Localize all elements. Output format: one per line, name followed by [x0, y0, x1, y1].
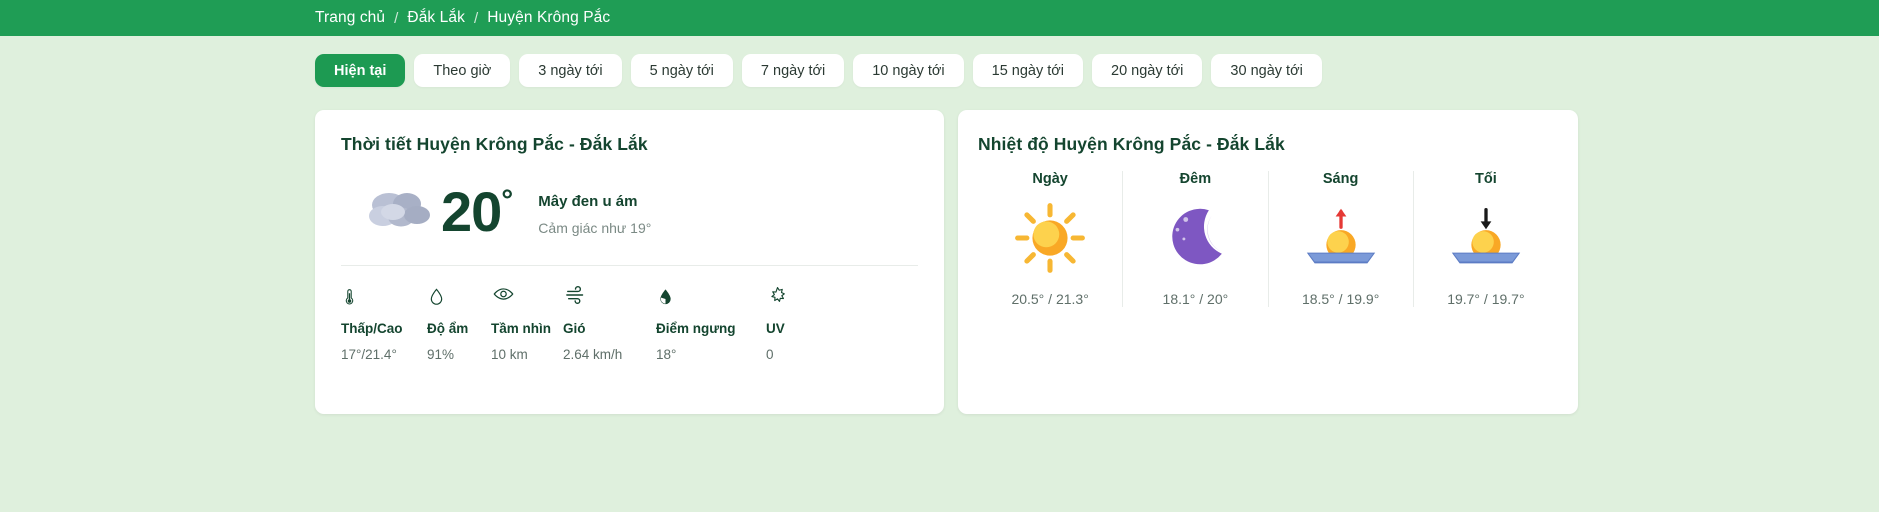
dew-point-drop-icon: [656, 286, 673, 308]
daypart-value: 18.1° / 20°: [1162, 291, 1229, 307]
uv-sun-icon: [766, 286, 787, 308]
breadcrumb-separator: /: [394, 9, 399, 27]
eye-visibility-icon: [491, 286, 514, 308]
metric-label: Thấp/Cao: [341, 321, 403, 336]
forecast-tabs-container: Hiện tại Theo giờ 3 ngày tới 5 ngày tới …: [0, 36, 1879, 87]
tab-hien-tai[interactable]: Hiện tại: [315, 54, 406, 87]
daypart-dem: Đêm 18.1° / 20°: [1123, 171, 1269, 307]
current-temperature-value: 20: [441, 180, 502, 243]
daypart-value: 19.7° / 19.7°: [1447, 291, 1525, 307]
daypart-label: Ngày: [1032, 171, 1068, 187]
metric-label: Tầm nhìn: [491, 321, 551, 336]
metric-low-high: Thấp/Cao 17°/21.4°: [341, 286, 427, 362]
condition-name: Mây đen u ám: [538, 192, 638, 210]
temperature-card: Nhiệt độ Huyện Krông Pắc - Đắk Lắk Ngày: [958, 110, 1578, 414]
breadcrumb-link-home[interactable]: Trang chủ: [315, 9, 385, 27]
tab-3-ngay-toi[interactable]: 3 ngày tới: [519, 54, 622, 87]
daypart-toi: Tối 19.7° / 19.7°: [1414, 171, 1558, 307]
daypart-sang: Sáng 18.5° / 19.9°: [1269, 171, 1414, 307]
current-conditions: 20 ° Mây đen u ám Cảm giác như 19°: [341, 155, 918, 251]
thermometer-icon: [341, 286, 356, 308]
wind-icon: [563, 286, 589, 308]
degree-symbol: °: [501, 184, 513, 217]
metric-label: Gió: [563, 321, 586, 336]
metric-visibility: Tầm nhìn 10 km: [491, 286, 563, 362]
daypart-label: Đêm: [1179, 171, 1212, 187]
temperature-card-title: Nhiệt độ Huyện Krông Pắc - Đắk Lắk: [978, 134, 1285, 154]
condition-text-group: Mây đen u ám Cảm giác như 19°: [538, 189, 651, 236]
metric-label: UV: [766, 321, 785, 336]
metric-wind: Gió 2.64 km/h: [563, 286, 656, 362]
humidity-drop-icon: [427, 286, 444, 308]
metric-dew-point: Điểm ngưng 18°: [656, 286, 766, 362]
moon-icon: [1156, 201, 1234, 275]
breadcrumb-separator: /: [473, 9, 479, 27]
feels-like-text: Cảm giác như 19°: [538, 219, 652, 236]
daypart-value: 20.5° / 21.3°: [1011, 291, 1089, 307]
breadcrumb-bar: Trang chủ / Đắk Lắk / Huyện Krông Pắc: [0, 0, 1879, 36]
sunrise-icon: [1299, 201, 1383, 275]
tab-10-ngay-toi[interactable]: 10 ngày tới: [853, 54, 964, 87]
forecast-tabs: Hiện tại Theo giờ 3 ngày tới 5 ngày tới …: [315, 54, 1879, 87]
tab-30-ngay-toi[interactable]: 30 ngày tới: [1211, 54, 1322, 87]
daypart-label: Sáng: [1322, 171, 1359, 187]
breadcrumb: Trang chủ / Đắk Lắk / Huyện Krông Pắc: [315, 9, 610, 27]
metric-value: 91%: [427, 347, 455, 362]
sun-icon: [1011, 201, 1089, 275]
tab-theo-gio[interactable]: Theo giờ: [414, 54, 511, 87]
tab-7-ngay-toi[interactable]: 7 ngày tới: [741, 54, 845, 87]
sunset-icon: [1444, 201, 1528, 275]
current-temperature: 20 °: [441, 180, 513, 243]
dayparts-grid: Ngày 20.5° / 21.3° Đêm 18.1° / 20° Sáng …: [978, 155, 1558, 307]
metric-humidity: Độ ẩm 91%: [427, 286, 491, 362]
dark-clouds-icon: [363, 184, 437, 240]
daypart-ngay: Ngày 20.5° / 21.3°: [978, 171, 1124, 307]
weather-metrics: Thấp/Cao 17°/21.4° Độ ẩm 91% Tầm nhìn 10…: [341, 266, 918, 362]
current-weather-card: Thời tiết Huyện Krông Pắc - Đắk Lắk 20 ° …: [315, 110, 944, 414]
daypart-value: 18.5° / 19.9°: [1301, 291, 1380, 307]
breadcrumb-link-province[interactable]: Đắk Lắk: [407, 9, 465, 27]
metric-value: 0: [766, 347, 774, 362]
metric-value: 18°: [656, 347, 677, 362]
cards-row: Thời tiết Huyện Krông Pắc - Đắk Lắk 20 ° …: [0, 87, 1879, 414]
metric-uv-index: UV 0: [766, 286, 806, 362]
current-weather-title: Thời tiết Huyện Krông Pắc - Đắk Lắk: [341, 134, 648, 154]
metric-label: Độ ẩm: [427, 321, 469, 336]
tab-15-ngay-toi[interactable]: 15 ngày tới: [972, 54, 1084, 87]
breadcrumb-current-district: Huyện Krông Pắc: [487, 9, 611, 26]
tab-20-ngay-toi[interactable]: 20 ngày tới: [1092, 54, 1203, 87]
tab-5-ngay-toi[interactable]: 5 ngày tới: [630, 54, 733, 87]
metric-label: Điểm ngưng: [656, 321, 736, 336]
daypart-label: Tối: [1475, 171, 1497, 187]
metric-value: 10 km: [491, 347, 528, 362]
metric-value: 2.64 km/h: [563, 347, 623, 362]
metric-value: 17°/21.4°: [341, 347, 397, 362]
